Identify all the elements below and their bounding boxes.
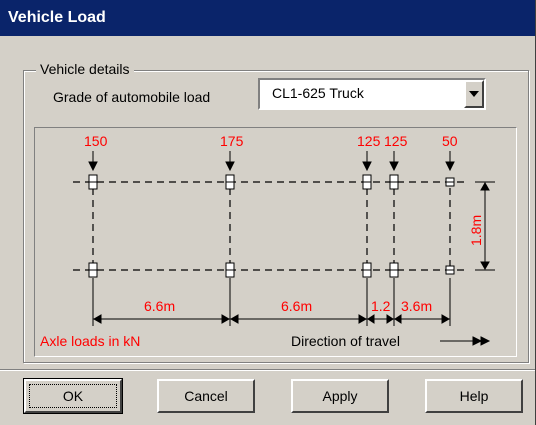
spacing-label: 6.6m	[281, 298, 312, 314]
direction-label: Direction of travel	[291, 333, 400, 349]
wheels	[88, 174, 455, 278]
window-title: Vehicle Load	[8, 9, 106, 26]
units-note: Axle loads in kN	[40, 333, 140, 349]
help-button[interactable]: Help	[425, 379, 523, 413]
vehicle-load-dialog: Vehicle Load Vehicle details Grade of au…	[0, 0, 536, 425]
apply-button-label: Apply	[322, 388, 358, 404]
axle-load-label: 125	[357, 133, 381, 149]
cancel-button-label: Cancel	[184, 388, 228, 404]
spacing-label: 1.2	[371, 298, 391, 314]
spacing-label: 3.6m	[401, 298, 432, 314]
dropdown-button[interactable]	[464, 80, 484, 108]
help-button-label: Help	[459, 388, 489, 404]
ok-button[interactable]: OK	[23, 378, 123, 414]
load-arrows	[88, 151, 455, 172]
direction-arrow-icon	[440, 336, 491, 346]
axle-load-label: 50	[442, 133, 458, 149]
apply-button[interactable]: Apply	[291, 379, 389, 413]
title-bar[interactable]: Vehicle Load	[0, 0, 535, 36]
width-label: 1.8m	[468, 215, 484, 246]
grade-label: Grade of automobile load	[53, 89, 211, 105]
axle-load-label: 150	[84, 133, 108, 149]
axle-load-label: 175	[220, 133, 244, 149]
chevron-down-icon	[469, 91, 479, 97]
group-legend: Vehicle details	[36, 61, 134, 77]
grade-select[interactable]: CL1-625 Truck	[258, 78, 486, 110]
grade-select-value: CL1-625 Truck	[272, 85, 364, 101]
button-separator	[0, 369, 535, 371]
focus-rect	[29, 384, 117, 408]
axle-diagram: 150 175 125 125 50 1.8m 6.6m 6.6m 1.2 3.…	[34, 127, 517, 357]
axle-load-label: 125	[384, 133, 408, 149]
wheel-lines	[73, 181, 467, 271]
spacing-label: 6.6m	[144, 298, 175, 314]
cancel-button[interactable]: Cancel	[157, 379, 255, 413]
